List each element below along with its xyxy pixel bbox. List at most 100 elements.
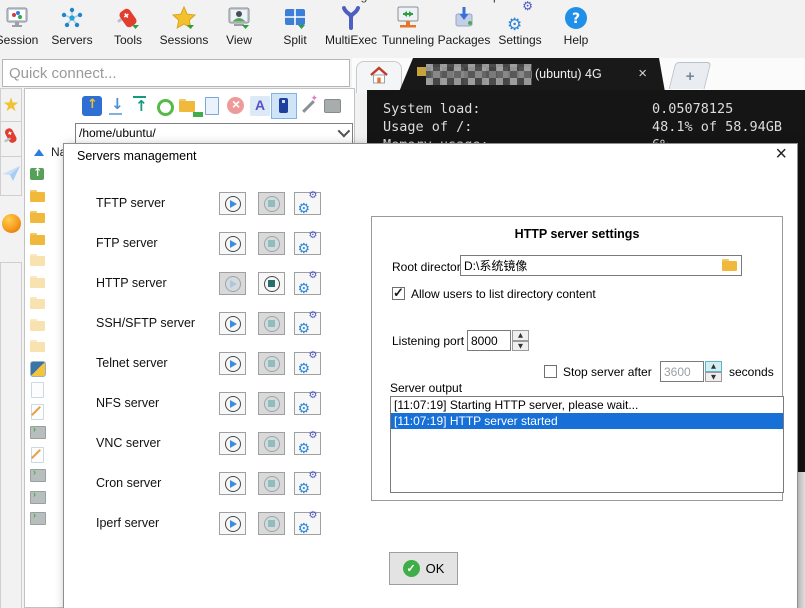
toolbar-button-sessions[interactable]: Sessions [156, 4, 212, 56]
stop-server-button[interactable] [258, 472, 285, 495]
stop-server-button[interactable] [258, 272, 285, 295]
stop-after-checkbox[interactable] [544, 365, 557, 378]
play-triangle [230, 440, 237, 448]
delete-button[interactable] [223, 93, 249, 119]
server-settings-button[interactable]: ⚙⚙ [294, 472, 321, 495]
wand-button[interactable] [295, 93, 321, 119]
start-server-button[interactable] [219, 392, 246, 415]
toolbar-button-session[interactable]: Session [0, 4, 45, 56]
output-line[interactable]: [11:07:19] Starting HTTP server, please … [391, 397, 783, 413]
start-server-button[interactable] [219, 352, 246, 375]
quick-connect-input[interactable] [2, 59, 350, 87]
gear-big-icon: ⚙ [298, 241, 311, 257]
ok-button[interactable]: ✓ OK [389, 552, 458, 585]
tab-close-icon[interactable]: × [638, 65, 647, 82]
server-settings-button[interactable]: ⚙⚙ [294, 512, 321, 535]
gear-icon: ⚙⚙ [298, 274, 318, 294]
menu-item-help[interactable]: Help [475, 0, 500, 3]
new-folder-button[interactable] [175, 93, 201, 119]
dialog-close-icon[interactable]: × [775, 144, 787, 164]
new-folder-icon [178, 96, 198, 116]
session-tab[interactable]: (ubuntu) 4G × [399, 58, 665, 92]
new-tab-button[interactable]: + [669, 62, 712, 89]
server-settings-button[interactable]: ⚙⚙ [294, 192, 321, 215]
menu-item-terminal[interactable]: Terminal [2, 0, 47, 3]
stop-server-button[interactable] [258, 312, 285, 335]
server-settings-button[interactable]: ⚙⚙ [294, 392, 321, 415]
globe-icon[interactable] [2, 214, 21, 233]
toolbar-button-tools[interactable]: Tools [100, 4, 156, 56]
stop-server-button[interactable] [258, 432, 285, 455]
folder-icon [29, 188, 46, 204]
toolbar-button-label: Session [0, 33, 38, 47]
download-button[interactable] [103, 93, 129, 119]
spin-down-icon[interactable]: ▼ [705, 372, 722, 383]
menu-item-x-server[interactable]: X server [195, 0, 240, 3]
menu-item-tools[interactable]: Tools [268, 0, 296, 3]
toolbar-button-help[interactable]: ?Help [548, 4, 604, 56]
play-icon [225, 476, 241, 492]
stop-server-button[interactable] [258, 192, 285, 215]
server-output-list[interactable]: [11:07:19] Starting HTTP server, please … [390, 396, 784, 493]
menu-item-macros[interactable]: Macros [404, 0, 443, 3]
new-file-button[interactable] [199, 93, 225, 119]
refresh-icon [154, 96, 174, 116]
play-icon [225, 276, 241, 292]
toolbar-button-servers[interactable]: Servers [44, 4, 100, 56]
allow-list-checkbox[interactable] [392, 287, 405, 300]
root-directory-input[interactable] [461, 256, 723, 275]
stop-server-button[interactable] [258, 352, 285, 375]
spin-down-icon[interactable]: ▼ [512, 341, 529, 352]
start-server-button[interactable] [219, 472, 246, 495]
terminal-button[interactable] [319, 93, 345, 119]
menu-item-sessions[interactable]: Sessions [74, 0, 123, 3]
start-server-button[interactable] [219, 272, 246, 295]
server-settings-button[interactable]: ⚙⚙ [294, 232, 321, 255]
listening-port-input[interactable] [467, 330, 511, 351]
menu-item-view[interactable]: View [150, 0, 176, 3]
toolbar-button-settings[interactable]: ⚙⚙Settings [492, 4, 548, 56]
sidebar-tab-macros[interactable] [0, 156, 22, 196]
toolbar-button-tunneling[interactable]: Tunneling [380, 4, 436, 56]
start-server-button[interactable] [219, 192, 246, 215]
server-settings-button[interactable]: ⚙⚙ [294, 312, 321, 335]
toolbar-button-packages[interactable]: Packages [436, 4, 492, 56]
stop-server-button[interactable] [258, 512, 285, 535]
server-settings-button[interactable]: ⚙⚙ [294, 432, 321, 455]
sidebar-tab-sessions[interactable]: ★ [0, 88, 22, 122]
play-triangle [230, 400, 237, 408]
stop-after-input[interactable] [660, 361, 704, 382]
toolbar-button-multiexec[interactable]: MultiExec [323, 4, 379, 56]
sidebar-tab-empty[interactable] [0, 262, 22, 608]
path-input[interactable] [76, 124, 336, 141]
start-server-button[interactable] [219, 512, 246, 535]
server-row: HTTP server⚙⚙ [64, 272, 364, 296]
terminal-line: System load:0.05078125 [383, 101, 733, 117]
refresh-button[interactable] [151, 93, 177, 119]
parent-folder-button[interactable] [79, 93, 105, 119]
output-line[interactable]: [11:07:19] HTTP server started [391, 413, 783, 429]
rename-button[interactable] [247, 93, 273, 119]
start-server-button[interactable] [219, 312, 246, 335]
gear-big-icon: ⚙ [298, 201, 311, 217]
stop-server-button[interactable] [258, 232, 285, 255]
upload-button[interactable] [127, 93, 153, 119]
device-button[interactable] [271, 93, 297, 119]
start-server-button[interactable] [219, 432, 246, 455]
toolbar-button-view[interactable]: View [211, 4, 267, 56]
menu-item-settings[interactable]: Settings [330, 0, 373, 3]
stop-icon [264, 236, 280, 252]
home-tab[interactable] [356, 61, 402, 93]
server-settings-button[interactable]: ⚙⚙ [294, 272, 321, 295]
spin-up-icon[interactable]: ▲ [512, 330, 529, 341]
browse-folder-icon[interactable] [722, 259, 738, 272]
gear-icon: ⚙⚙ [298, 354, 318, 374]
toolbar-button-split[interactable]: Split [267, 4, 323, 56]
path-dropdown[interactable] [75, 123, 353, 144]
spin-up-icon[interactable]: ▲ [705, 361, 722, 372]
stop-server-button[interactable] [258, 392, 285, 415]
chevron-down-icon[interactable] [338, 125, 351, 138]
sidebar-tab-tools[interactable] [0, 121, 22, 157]
start-server-button[interactable] [219, 232, 246, 255]
server-settings-button[interactable]: ⚙⚙ [294, 352, 321, 375]
